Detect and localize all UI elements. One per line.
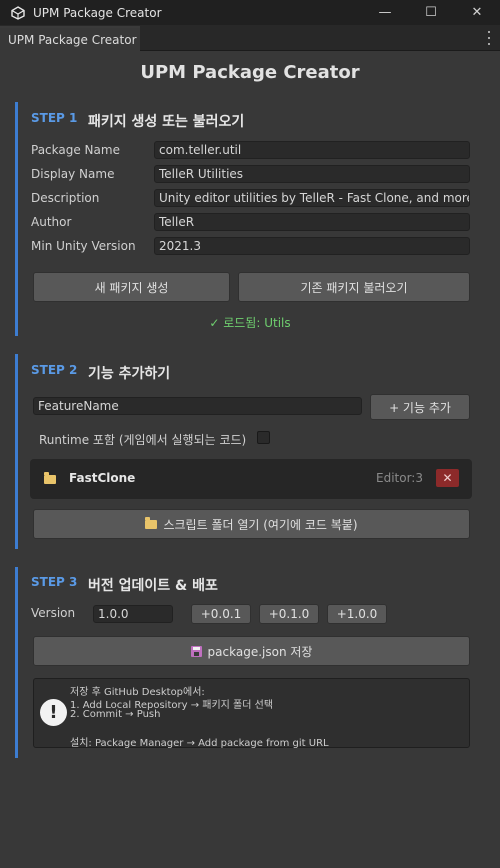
step2-label: STEP 2 — [31, 363, 78, 377]
load-package-button[interactable]: 기존 패키지 불러오기 — [238, 272, 470, 302]
open-script-folder-label: 스크립트 폴더 열기 (여기에 코드 복붙) — [163, 517, 358, 532]
close-window-button[interactable]: ✕ — [454, 0, 500, 25]
step1-title: 패키지 생성 또는 불러오기 — [88, 114, 245, 130]
window-title: UPM Package Creator — [33, 5, 162, 20]
close-icon: ✕ — [442, 471, 453, 485]
add-feature-button[interactable]: + 기능 추가 — [370, 394, 470, 420]
minimize-button[interactable]: — — [362, 0, 408, 25]
runtime-include-checkbox[interactable] — [257, 431, 270, 444]
maximize-button[interactable]: ☐ — [408, 0, 454, 25]
author-input[interactable]: TelleR — [154, 213, 470, 231]
save-icon — [190, 645, 202, 657]
min-unity-version-input[interactable]: 2021.3 — [154, 237, 470, 255]
unity-logo-icon — [11, 5, 25, 20]
step2-title: 기능 추가하기 — [88, 366, 171, 382]
description-input[interactable]: Unity editor utilities by TelleR - Fast … — [154, 189, 470, 207]
bump-patch-label: +0.0.1 — [200, 607, 242, 621]
bump-minor-label: +0.1.0 — [268, 607, 310, 621]
help-line: 2. Commit → Push — [70, 709, 161, 720]
delete-feature-button[interactable]: ✕ — [436, 469, 459, 487]
create-package-button[interactable]: 새 패키지 생성 — [33, 272, 230, 302]
open-script-folder-button[interactable]: 스크립트 폴더 열기 (여기에 코드 복붙) — [33, 509, 470, 539]
tab-strip: UPM Package Creator — [0, 25, 500, 51]
feature-name-input[interactable]: FeatureName — [33, 397, 362, 415]
feature-row: FastClone Editor:3 ✕ — [30, 459, 472, 499]
description-label: Description — [31, 191, 100, 205]
tab-label: UPM Package Creator — [8, 32, 137, 47]
minimize-icon: — — [378, 5, 392, 20]
add-feature-label: + 기능 추가 — [389, 400, 451, 415]
maximize-icon: ☐ — [425, 5, 437, 20]
help-box: ! 저장 후 GitHub Desktop에서: 1. Add Local Re… — [33, 678, 470, 749]
save-package-json-label: package.json 저장 — [207, 644, 313, 659]
step1-label: STEP 1 — [31, 111, 78, 125]
bump-major-label: +1.0.0 — [336, 607, 378, 621]
load-status: ✓ 로드됨: Utils — [209, 316, 291, 330]
more-options-icon[interactable] — [486, 31, 492, 45]
info-icon: ! — [40, 699, 67, 726]
author-label: Author — [31, 215, 72, 229]
close-icon: ✕ — [471, 5, 483, 20]
save-package-json-button[interactable]: package.json 저장 — [33, 636, 470, 666]
feature-info: Editor:3 — [376, 471, 423, 485]
bump-minor-button[interactable]: +0.1.0 — [259, 604, 319, 624]
bump-patch-button[interactable]: +0.0.1 — [191, 604, 251, 624]
folder-icon — [145, 516, 158, 529]
page-title: UPM Package Creator — [140, 62, 360, 83]
runtime-include-label: Runtime 포함 (게임에서 실행되는 코드) — [39, 433, 247, 447]
feature-name: FastClone — [69, 471, 136, 485]
package-name-input[interactable]: com.teller.util — [154, 141, 470, 159]
help-line: 설치: Package Manager → Add package from g… — [70, 738, 329, 749]
tab-upm-package-creator[interactable]: UPM Package Creator — [0, 26, 140, 51]
step3-title: 버전 업데이트 & 배포 — [88, 578, 218, 594]
load-package-label: 기존 패키지 불러오기 — [300, 280, 408, 295]
display-name-label: Display Name — [31, 167, 115, 181]
folder-icon — [44, 472, 56, 484]
bump-major-button[interactable]: +1.0.0 — [327, 604, 387, 624]
package-name-label: Package Name — [31, 143, 120, 157]
step3-label: STEP 3 — [31, 575, 78, 589]
min-unity-version-label: Min Unity Version — [31, 239, 136, 253]
version-input[interactable]: 1.0.0 — [93, 605, 173, 623]
create-package-label: 새 패키지 생성 — [94, 280, 169, 295]
display-name-input[interactable]: TelleR Utilities — [154, 165, 470, 183]
version-label: Version — [31, 606, 76, 620]
